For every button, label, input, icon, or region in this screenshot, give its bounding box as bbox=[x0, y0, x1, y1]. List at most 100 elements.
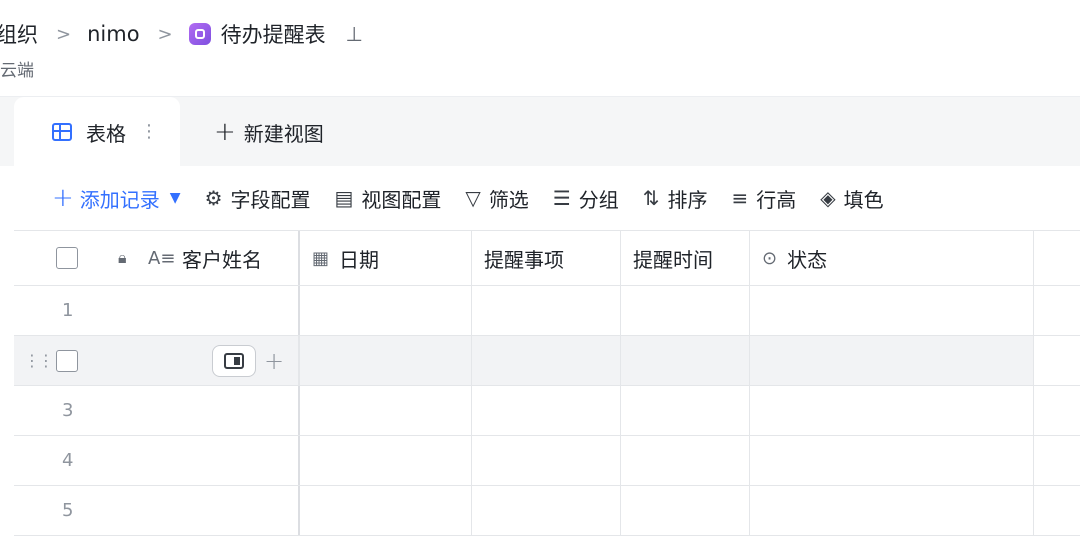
breadcrumb-subtitle: 云端 bbox=[0, 61, 34, 81]
drag-handle-icon[interactable]: ⋮⋮ bbox=[24, 351, 54, 370]
status-circle-icon: ⊙ bbox=[762, 247, 778, 269]
plus-icon: + bbox=[214, 117, 236, 147]
filter-icon: ▽ bbox=[465, 186, 481, 210]
tab-table[interactable]: 表格 ⋮ bbox=[14, 97, 180, 167]
table-cell[interactable] bbox=[621, 286, 750, 335]
plus-icon[interactable]: + bbox=[264, 347, 284, 375]
row-cell-name: 3 bbox=[14, 386, 300, 435]
toolbar: + 添加记录 ▼ ⚙ 字段配置 ▤ 视图配置 ▽ 筛选 ☰ 分组 ⇅ 排序 ≡ … bbox=[0, 166, 1080, 230]
group-label: 分组 bbox=[578, 187, 619, 212]
row-end bbox=[1034, 436, 1080, 485]
filter-label: 筛选 bbox=[488, 187, 529, 212]
row-end bbox=[1034, 336, 1080, 385]
row-cell-name: ⋮⋮ + bbox=[14, 336, 300, 385]
table-cell[interactable] bbox=[621, 336, 750, 385]
row-number: 5 bbox=[62, 500, 74, 521]
header-cell-item[interactable]: 提醒事项 bbox=[472, 231, 621, 285]
table-cell[interactable] bbox=[300, 386, 472, 435]
header-cell-name[interactable]: 🔒︎ A≡ 客户姓名 bbox=[14, 231, 300, 285]
add-record-button[interactable]: + 添加记录 ▼ bbox=[52, 183, 181, 213]
table-cell[interactable] bbox=[750, 286, 1034, 335]
text-field-icon: A≡ bbox=[148, 247, 176, 269]
new-view-label: 新建视图 bbox=[243, 121, 324, 146]
chevron-down-icon[interactable]: ▼ bbox=[170, 190, 181, 206]
table-cell[interactable] bbox=[750, 386, 1034, 435]
fill-color-button[interactable]: ◈ 填色 bbox=[820, 184, 883, 213]
field-config-label: 字段配置 bbox=[230, 187, 311, 212]
table-row[interactable]: 4 bbox=[14, 436, 1080, 486]
row-number: 1 bbox=[62, 300, 74, 321]
header-cell-date[interactable]: ▦ 日期 bbox=[300, 231, 472, 285]
table-cell[interactable] bbox=[300, 286, 472, 335]
table-row-hovered[interactable]: ⋮⋮ + bbox=[14, 336, 1080, 386]
paint-bucket-icon: ◈ bbox=[820, 186, 836, 210]
column-header-label: 日期 bbox=[339, 247, 380, 272]
table-cell[interactable] bbox=[472, 286, 621, 335]
sort-label: 排序 bbox=[667, 187, 708, 212]
row-end bbox=[1034, 286, 1080, 335]
breadcrumb: 组织 > nimo > 待办提醒表 ⊥ bbox=[0, 16, 363, 52]
more-vertical-icon[interactable]: ⋮ bbox=[140, 123, 158, 141]
pin-icon[interactable]: ⊥ bbox=[346, 22, 363, 46]
data-table: 🔒︎ A≡ 客户姓名 ▦ 日期 提醒事项 提醒时间 ⊙ 状态 1 ⋮⋮ + 3 … bbox=[14, 230, 1080, 536]
table-cell[interactable] bbox=[472, 336, 621, 385]
column-header-label: 提醒时间 bbox=[633, 247, 713, 272]
table-grid-icon bbox=[52, 123, 72, 141]
table-row[interactable]: 1 bbox=[14, 286, 1080, 336]
table-cell[interactable] bbox=[750, 336, 1034, 385]
row-height-button[interactable]: ≡ 行高 bbox=[732, 184, 797, 213]
row-cell-name: 4 bbox=[14, 436, 300, 485]
page: 组织 > nimo > 待办提醒表 ⊥ 云端 表格 ⋮ + 新建视图 + 添加记… bbox=[0, 0, 1080, 542]
field-config-button[interactable]: ⚙ 字段配置 bbox=[205, 184, 311, 213]
row-height-label: 行高 bbox=[756, 187, 797, 212]
table-cell[interactable] bbox=[472, 436, 621, 485]
sort-icon: ⇅ bbox=[642, 186, 660, 210]
breadcrumb-org[interactable]: 组织 bbox=[0, 19, 38, 49]
column-header-label: 状态 bbox=[787, 247, 828, 272]
table-row[interactable]: 3 bbox=[14, 386, 1080, 436]
add-column-area[interactable] bbox=[1034, 231, 1080, 285]
table-cell[interactable] bbox=[300, 336, 472, 385]
select-all-checkbox[interactable] bbox=[56, 247, 78, 269]
plus-icon: + bbox=[52, 183, 74, 213]
new-view-button[interactable]: + 新建视图 bbox=[214, 97, 324, 167]
row-number: 4 bbox=[62, 450, 74, 471]
table-row[interactable]: 5 bbox=[14, 486, 1080, 536]
add-record-label: 添加记录 bbox=[79, 187, 160, 212]
table-cell[interactable] bbox=[750, 436, 1034, 485]
row-cell-name: 1 bbox=[14, 286, 300, 335]
calendar-icon: ▦ bbox=[312, 247, 330, 269]
page-title[interactable]: 待办提醒表 bbox=[221, 19, 326, 49]
table-cell[interactable] bbox=[472, 386, 621, 435]
row-height-icon: ≡ bbox=[731, 186, 749, 210]
view-tab-bar: 表格 ⋮ + 新建视图 bbox=[0, 96, 1080, 167]
table-cell[interactable] bbox=[750, 486, 1034, 535]
header-cell-status[interactable]: ⊙ 状态 bbox=[750, 231, 1034, 285]
table-cell[interactable] bbox=[300, 436, 472, 485]
table-cell[interactable] bbox=[621, 436, 750, 485]
tab-table-label: 表格 bbox=[86, 121, 126, 146]
row-checkbox[interactable] bbox=[56, 349, 78, 372]
row-end bbox=[1034, 386, 1080, 435]
expand-record-button[interactable] bbox=[212, 344, 256, 377]
fill-color-label: 填色 bbox=[843, 187, 884, 212]
column-header-label: 客户姓名 bbox=[182, 247, 262, 272]
table-cell[interactable] bbox=[621, 486, 750, 535]
filter-button[interactable]: ▽ 筛选 bbox=[465, 184, 528, 213]
row-number: 3 bbox=[62, 400, 74, 421]
chevron-right-icon: > bbox=[157, 23, 173, 45]
view-config-button[interactable]: ▤ 视图配置 bbox=[335, 184, 442, 213]
group-button[interactable]: ☰ 分组 bbox=[553, 184, 619, 213]
column-header-label: 提醒事项 bbox=[484, 247, 564, 272]
header-cell-time[interactable]: 提醒时间 bbox=[621, 231, 750, 285]
lock-icon: 🔒︎ bbox=[118, 248, 127, 267]
table-header: 🔒︎ A≡ 客户姓名 ▦ 日期 提醒事项 提醒时间 ⊙ 状态 bbox=[14, 230, 1080, 286]
breadcrumb-nimo[interactable]: nimo bbox=[87, 22, 139, 46]
table-cell[interactable] bbox=[621, 386, 750, 435]
table-cell[interactable] bbox=[472, 486, 621, 535]
view-config-icon: ▤ bbox=[334, 186, 354, 210]
group-icon: ☰ bbox=[552, 186, 571, 210]
app-icon bbox=[188, 23, 211, 45]
sort-button[interactable]: ⇅ 排序 bbox=[643, 184, 708, 213]
table-cell[interactable] bbox=[300, 486, 472, 535]
